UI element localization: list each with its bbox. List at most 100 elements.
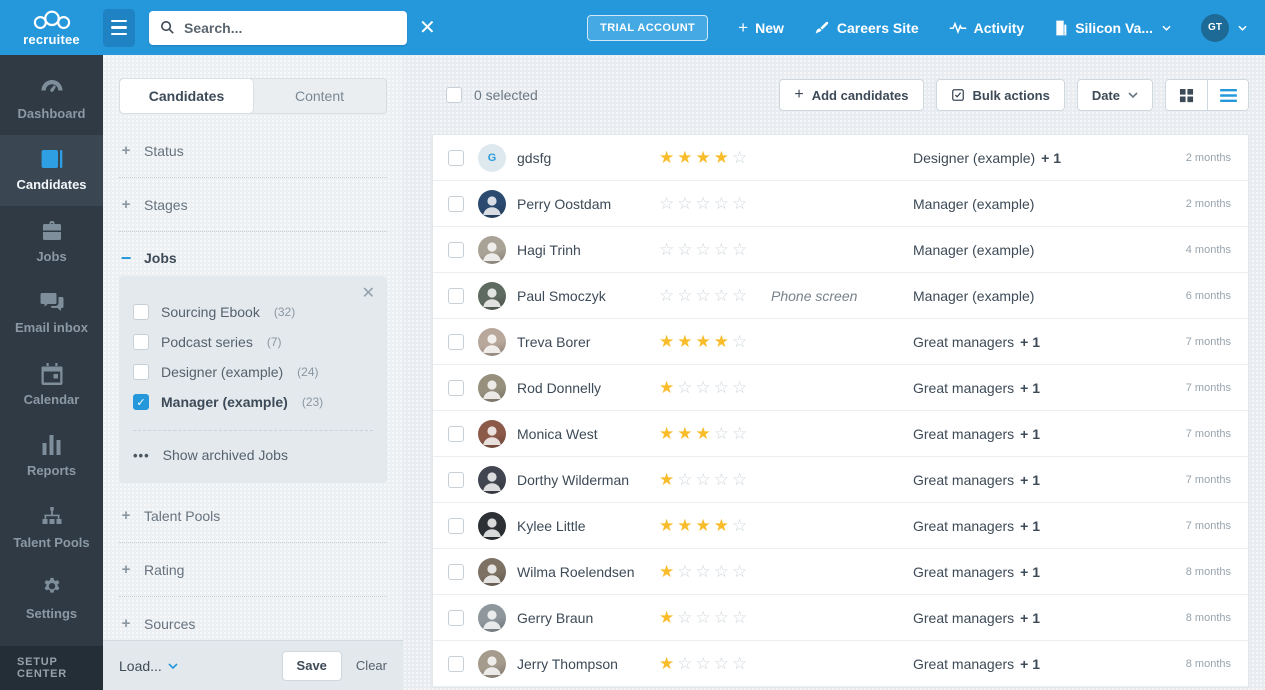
sidebar-item-jobs[interactable]: Jobs (0, 206, 103, 278)
candidate-row[interactable]: Monica West ★★★☆☆ Great managers + 1 7 mo… (433, 411, 1248, 457)
row-checkbox[interactable] (448, 379, 464, 396)
sidebar-item-email-inbox[interactable]: Email inbox (0, 278, 103, 350)
star-filled-icon[interactable]: ★ (659, 470, 677, 489)
star-empty-icon[interactable]: ☆ (677, 378, 695, 397)
star-empty-icon[interactable]: ☆ (696, 240, 714, 259)
rating-stars[interactable]: ★☆☆☆☆ (659, 470, 771, 490)
star-filled-icon[interactable]: ★ (677, 332, 695, 351)
row-checkbox[interactable] (448, 609, 464, 626)
star-filled-icon[interactable]: ★ (714, 516, 732, 535)
candidate-row[interactable]: Wilma Roelendsen ★☆☆☆☆ Great managers + 1… (433, 549, 1248, 595)
checkbox[interactable] (133, 334, 149, 350)
star-empty-icon[interactable]: ☆ (677, 608, 695, 627)
tab-candidates[interactable]: Candidates (120, 79, 253, 113)
rating-stars[interactable]: ★☆☆☆☆ (659, 562, 771, 582)
filter-section-status[interactable]: + Status (119, 124, 387, 177)
star-filled-icon[interactable]: ★ (659, 378, 677, 397)
trial-account-badge[interactable]: TRIAL ACCOUNT (587, 14, 709, 41)
rating-stars[interactable]: ☆☆☆☆☆ (659, 286, 771, 306)
star-empty-icon[interactable]: ☆ (677, 654, 695, 673)
candidate-row[interactable]: Kylee Little ★★★★☆ Great managers + 1 7 m… (433, 503, 1248, 549)
candidate-row[interactable]: Jerry Thompson ★☆☆☆☆ Great managers + 1 8… (433, 641, 1248, 687)
candidate-row[interactable]: Hagi Trinh ☆☆☆☆☆ Manager (example) 4 mon… (433, 227, 1248, 273)
row-checkbox[interactable] (448, 241, 464, 258)
new-button[interactable]: + New (738, 19, 784, 36)
candidate-row[interactable]: Perry Oostdam ☆☆☆☆☆ Manager (example) 2 … (433, 181, 1248, 227)
row-checkbox[interactable] (448, 333, 464, 350)
bulk-actions-button[interactable]: Bulk actions (935, 79, 1065, 111)
row-checkbox[interactable] (448, 655, 464, 672)
rating-stars[interactable]: ☆☆☆☆☆ (659, 240, 771, 260)
add-candidates-button[interactable]: + Add candidates (779, 79, 924, 111)
star-empty-icon[interactable]: ☆ (732, 608, 750, 627)
star-empty-icon[interactable]: ☆ (732, 654, 750, 673)
job-option-designer[interactable]: Designer (example) (24) (133, 358, 373, 386)
star-empty-icon[interactable]: ☆ (696, 608, 714, 627)
star-empty-icon[interactable]: ☆ (659, 286, 677, 305)
candidate-row[interactable]: G gdsfg ★★★★☆ Designer (example) + 1 2 mo… (433, 135, 1248, 181)
candidate-row[interactable]: Rod Donnelly ★☆☆☆☆ Great managers + 1 7 m… (433, 365, 1248, 411)
star-empty-icon[interactable]: ☆ (714, 608, 732, 627)
rating-stars[interactable]: ★★★★☆ (659, 148, 771, 168)
star-filled-icon[interactable]: ★ (659, 332, 677, 351)
candidate-row[interactable]: Treva Borer ★★★★☆ Great managers + 1 7 mo… (433, 319, 1248, 365)
star-filled-icon[interactable]: ★ (714, 332, 732, 351)
star-filled-icon[interactable]: ★ (659, 654, 677, 673)
star-empty-icon[interactable]: ☆ (732, 424, 750, 443)
star-empty-icon[interactable]: ☆ (696, 562, 714, 581)
rating-stars[interactable]: ★☆☆☆☆ (659, 608, 771, 628)
sidebar-item-candidates[interactable]: Candidates (0, 134, 103, 206)
grid-view-button[interactable] (1166, 80, 1207, 110)
star-empty-icon[interactable]: ☆ (732, 286, 750, 305)
filter-section-jobs[interactable]: − Jobs (119, 231, 387, 276)
star-empty-icon[interactable]: ☆ (714, 286, 732, 305)
candidate-row[interactable]: Dorthy Wilderman ★☆☆☆☆ Great managers + 1… (433, 457, 1248, 503)
filter-section-talent-pools[interactable]: + Talent Pools (119, 489, 387, 542)
star-empty-icon[interactable]: ☆ (714, 424, 732, 443)
checkbox[interactable] (133, 304, 149, 320)
search-input[interactable] (184, 19, 397, 36)
star-empty-icon[interactable]: ☆ (714, 194, 732, 213)
star-filled-icon[interactable]: ★ (696, 332, 714, 351)
recruitee-logo[interactable]: recruitee (0, 9, 103, 47)
show-archived-jobs-link[interactable]: ••• Show archived Jobs (133, 431, 373, 467)
star-empty-icon[interactable]: ☆ (659, 240, 677, 259)
star-filled-icon[interactable]: ★ (659, 562, 677, 581)
rating-stars[interactable]: ★★★☆☆ (659, 424, 771, 444)
menu-toggle-button[interactable] (103, 8, 135, 47)
filter-section-rating[interactable]: + Rating (119, 542, 387, 596)
star-empty-icon[interactable]: ☆ (696, 470, 714, 489)
row-checkbox[interactable] (448, 471, 464, 488)
star-empty-icon[interactable]: ☆ (732, 470, 750, 489)
company-switcher[interactable]: Silicon Va... (1054, 20, 1171, 36)
star-filled-icon[interactable]: ★ (659, 148, 677, 167)
checkbox[interactable] (133, 364, 149, 380)
load-filters-button[interactable]: Load... (119, 658, 178, 674)
close-icon[interactable]: ✕ (362, 286, 375, 302)
row-checkbox[interactable] (448, 195, 464, 212)
date-sort-dropdown[interactable]: Date (1076, 79, 1153, 111)
sidebar-item-reports[interactable]: Reports (0, 421, 103, 493)
filter-section-stages[interactable]: + Stages (119, 177, 387, 231)
star-empty-icon[interactable]: ☆ (732, 240, 750, 259)
filter-section-sources[interactable]: + Sources (119, 596, 387, 640)
star-filled-icon[interactable]: ★ (714, 148, 732, 167)
candidate-row[interactable]: Paul Smoczyk ☆☆☆☆☆ Phone screen Manager … (433, 273, 1248, 319)
star-empty-icon[interactable]: ☆ (659, 194, 677, 213)
sidebar-item-settings[interactable]: Settings (0, 564, 103, 636)
job-option-manager[interactable]: Manager (example) (23) (133, 388, 373, 416)
rating-stars[interactable]: ★☆☆☆☆ (659, 654, 771, 674)
star-empty-icon[interactable]: ☆ (732, 562, 750, 581)
star-empty-icon[interactable]: ☆ (677, 470, 695, 489)
row-checkbox[interactable] (448, 517, 464, 534)
star-empty-icon[interactable]: ☆ (696, 194, 714, 213)
star-filled-icon[interactable]: ★ (659, 424, 677, 443)
star-empty-icon[interactable]: ☆ (732, 194, 750, 213)
star-filled-icon[interactable]: ★ (677, 148, 695, 167)
star-empty-icon[interactable]: ☆ (714, 562, 732, 581)
star-empty-icon[interactable]: ☆ (732, 332, 750, 351)
list-view-button[interactable] (1207, 80, 1248, 110)
sidebar-item-talent-pools[interactable]: Talent Pools (0, 492, 103, 564)
star-empty-icon[interactable]: ☆ (696, 378, 714, 397)
star-empty-icon[interactable]: ☆ (677, 194, 695, 213)
